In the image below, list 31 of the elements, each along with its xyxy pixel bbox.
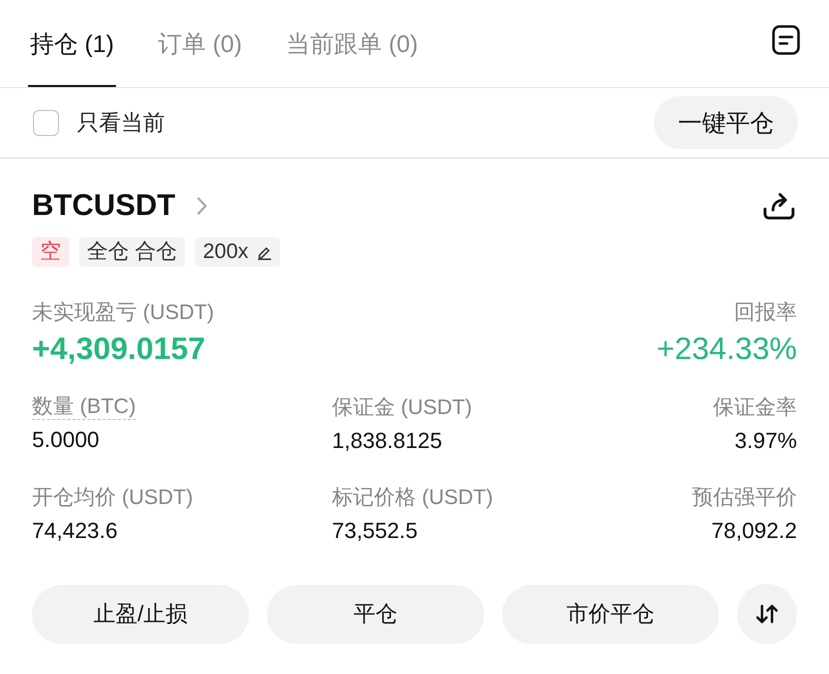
field-value: 73,552.5	[332, 517, 418, 545]
action-button[interactable]: 平仓	[267, 584, 484, 644]
margin-mode-tag: 全仓 合仓	[79, 237, 185, 267]
field-value: 5.0000	[32, 426, 100, 454]
field-label: 保证金 (USDT)	[332, 395, 472, 421]
filter-label: 只看当前	[77, 108, 165, 136]
action-button[interactable]: 止盈/止损	[32, 584, 249, 644]
field-label: 预估强平价	[692, 485, 797, 511]
field-label: 开仓均价 (USDT)	[32, 485, 193, 511]
document-icon[interactable]	[772, 24, 800, 54]
field-label: 保证金率	[713, 395, 797, 421]
checkbox[interactable]	[33, 110, 59, 136]
action-button[interactable]: 市价平仓	[502, 584, 719, 644]
tab[interactable]: 持仓 (1)	[28, 0, 116, 87]
field-label: 标记价格 (USDT)	[332, 485, 493, 511]
roi-label: 回报率	[734, 300, 797, 326]
share-icon[interactable]	[763, 192, 795, 220]
pnl-label: 未实现盈亏 (USDT)	[32, 300, 214, 326]
sort-arrows-icon	[755, 603, 779, 625]
field-value: 74,423.6	[32, 517, 118, 545]
pencil-icon	[257, 244, 272, 260]
leverage-button[interactable]: 200x	[194, 237, 280, 267]
field-label: 数量 (BTC)	[32, 394, 136, 420]
pnl-value: +4,309.0157	[32, 331, 206, 367]
field-value: 3.97%	[734, 427, 797, 455]
roi-value: +234.33%	[656, 331, 797, 367]
close-all-button[interactable]: 一键平仓	[654, 96, 798, 149]
symbol-title[interactable]: BTCUSDT	[32, 188, 176, 224]
field-value: 78,092.2	[711, 517, 797, 545]
field-value: 1,838.8125	[332, 427, 442, 455]
side-tag: 空	[32, 237, 69, 267]
